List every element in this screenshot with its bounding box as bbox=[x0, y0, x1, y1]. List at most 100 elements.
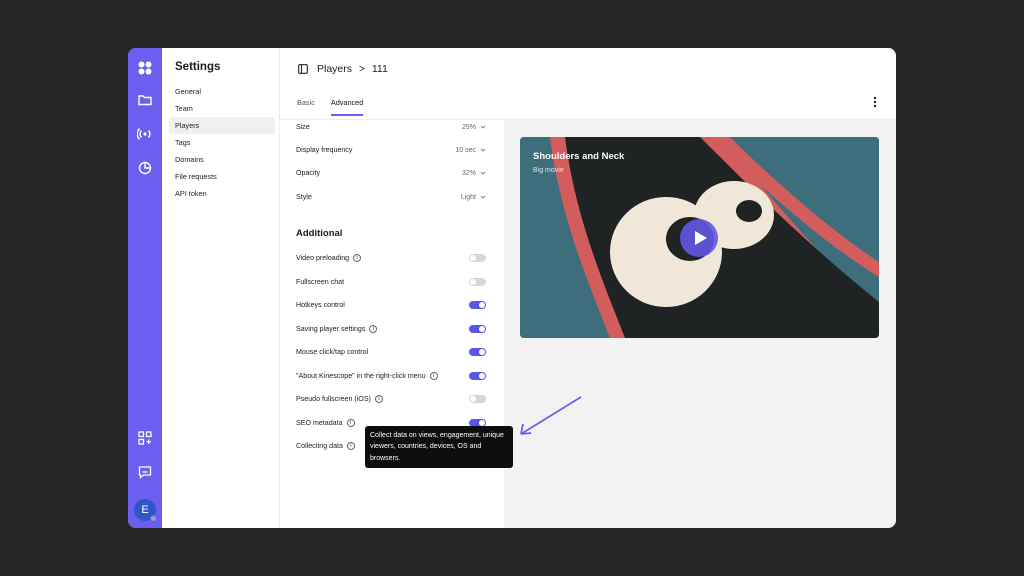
toggle-switch[interactable] bbox=[469, 372, 486, 380]
toggle-knob bbox=[470, 279, 476, 285]
toggle-label-text: "About Kinescope" in the right-click men… bbox=[296, 372, 426, 380]
breadcrumb: Players > 111 bbox=[298, 63, 388, 75]
sidebar-toggle-icon[interactable] bbox=[298, 64, 308, 74]
display-frequency-value: 10 sec bbox=[455, 146, 476, 154]
toggle-switch[interactable] bbox=[469, 325, 486, 333]
analytics-icon[interactable] bbox=[137, 160, 153, 176]
toggle-row: Fullscreen chat bbox=[296, 275, 486, 289]
chevron-down-icon bbox=[480, 194, 486, 200]
toggle-label: Video preloading i bbox=[296, 254, 469, 262]
size-row: Size 25% bbox=[296, 120, 486, 134]
apps-icon[interactable] bbox=[137, 430, 153, 446]
toggle-label-text: Pseudo fullscreen (iOS) bbox=[296, 395, 371, 403]
toggle-row: Video preloading i bbox=[296, 251, 486, 265]
breadcrumb-parent[interactable]: Players bbox=[317, 63, 352, 75]
toggle-label: Mouse click/tap control bbox=[296, 348, 469, 356]
toggle-label-text: Saving player settings bbox=[296, 325, 366, 333]
toggle-switch[interactable] bbox=[469, 348, 486, 356]
toggle-knob bbox=[470, 396, 476, 402]
info-icon[interactable]: i bbox=[429, 372, 438, 380]
size-value: 25% bbox=[461, 123, 476, 131]
tab-basic[interactable]: Basic bbox=[297, 98, 315, 116]
tab-bar: Basic Advanced bbox=[297, 98, 379, 116]
left-rail: E bbox=[128, 48, 162, 528]
avatar-letter: E bbox=[141, 504, 149, 516]
folder-icon[interactable] bbox=[137, 92, 153, 108]
toggle-label-text: Fullscreen chat bbox=[296, 278, 345, 286]
toggle-label-text: Video preloading bbox=[296, 254, 350, 262]
toggle-row: "About Kinescope" in the right-click men… bbox=[296, 369, 486, 383]
video-player[interactable]: Shoulders and Neck Big movie bbox=[520, 137, 879, 338]
toggle-label-text: SEO metadata bbox=[296, 419, 343, 427]
video-title: Shoulders and Neck bbox=[533, 151, 625, 162]
tab-advanced[interactable]: Advanced bbox=[330, 98, 364, 116]
play-icon bbox=[695, 231, 707, 245]
toggle-switch[interactable] bbox=[469, 278, 486, 286]
nav-item-tags[interactable]: Tags bbox=[169, 134, 275, 151]
toggle-knob bbox=[479, 326, 485, 332]
avatar[interactable]: E bbox=[134, 499, 157, 522]
chevron-down-icon bbox=[480, 124, 486, 130]
opacity-value: 32% bbox=[461, 169, 476, 177]
style-row: Style Light bbox=[296, 190, 486, 204]
toggle-label: Hotkeys control bbox=[296, 301, 469, 309]
toggle-switch[interactable] bbox=[469, 301, 486, 309]
toggle-row: Pseudo fullscreen (iOS) i bbox=[296, 392, 486, 406]
style-value: Light bbox=[460, 193, 476, 201]
chat-icon[interactable] bbox=[137, 464, 153, 480]
toggle-knob bbox=[479, 373, 485, 379]
toggle-label-text: Mouse click/tap control bbox=[296, 348, 369, 356]
breadcrumb-separator: > bbox=[359, 63, 365, 75]
display-frequency-select[interactable]: 10 sec bbox=[455, 147, 486, 154]
tooltip-text: Collect data on views, engagement, uniqu… bbox=[370, 432, 504, 462]
chevron-down-icon bbox=[480, 147, 486, 153]
toggle-label: Pseudo fullscreen (iOS) i bbox=[296, 395, 469, 403]
more-options-icon[interactable] bbox=[873, 96, 877, 108]
video-subtitle: Big movie bbox=[533, 167, 564, 174]
toggle-switch[interactable] bbox=[469, 254, 486, 262]
size-select[interactable]: 25% bbox=[462, 124, 486, 131]
nav-item-players[interactable]: Players bbox=[169, 117, 275, 134]
toggle-row: Hotkeys control bbox=[296, 298, 486, 312]
nav-item-team[interactable]: Team bbox=[169, 100, 275, 117]
content-header: Players > 111 Basic Advanced bbox=[280, 48, 896, 120]
opacity-select[interactable]: 32% bbox=[462, 170, 486, 177]
toggle-knob bbox=[479, 302, 485, 308]
toggle-knob bbox=[470, 255, 476, 261]
toggle-label: "About Kinescope" in the right-click men… bbox=[296, 372, 469, 380]
toggle-row: Saving player settings i bbox=[296, 322, 486, 336]
opacity-row: Opacity 32% bbox=[296, 166, 486, 180]
toggle-label-text: Hotkeys control bbox=[296, 301, 345, 309]
info-icon[interactable]: i bbox=[346, 442, 355, 450]
toggle-label-text: Collecting data bbox=[296, 442, 343, 450]
display-frequency-label: Display frequency bbox=[296, 146, 353, 154]
size-label: Size bbox=[296, 123, 310, 131]
preview-area: Shoulders and Neck Big movie bbox=[504, 120, 896, 528]
chevron-down-icon bbox=[480, 170, 486, 176]
toggle-row: Mouse click/tap control bbox=[296, 345, 486, 359]
info-icon[interactable]: i bbox=[374, 395, 383, 403]
live-stream-icon[interactable] bbox=[137, 126, 153, 142]
info-icon[interactable]: i bbox=[353, 254, 362, 262]
toggle-knob bbox=[479, 349, 485, 355]
nav-item-general[interactable]: General bbox=[169, 83, 275, 100]
tooltip: Collect data on views, engagement, uniqu… bbox=[365, 426, 513, 468]
info-icon[interactable]: i bbox=[369, 325, 378, 333]
style-label: Style bbox=[296, 193, 312, 201]
nav-item-file-requests[interactable]: File requests bbox=[169, 168, 275, 185]
display-frequency-row: Display frequency 10 sec bbox=[296, 143, 486, 157]
style-select[interactable]: Light bbox=[461, 194, 486, 201]
nav-item-domains[interactable]: Domains bbox=[169, 151, 275, 168]
play-button[interactable] bbox=[680, 219, 718, 257]
toggle-switch[interactable] bbox=[469, 395, 486, 403]
logo-icon[interactable] bbox=[137, 60, 153, 76]
info-icon[interactable]: i bbox=[346, 419, 355, 427]
settings-nav: Settings General Team Players Tags Domai… bbox=[162, 48, 280, 528]
additional-section-title: Additional bbox=[296, 228, 343, 239]
opacity-label: Opacity bbox=[296, 169, 321, 177]
status-dot bbox=[150, 515, 157, 522]
nav-item-api-token[interactable]: API token bbox=[169, 185, 275, 202]
toggle-label: Fullscreen chat bbox=[296, 278, 469, 286]
annotation-arrow bbox=[515, 394, 585, 438]
settings-title: Settings bbox=[175, 61, 221, 73]
